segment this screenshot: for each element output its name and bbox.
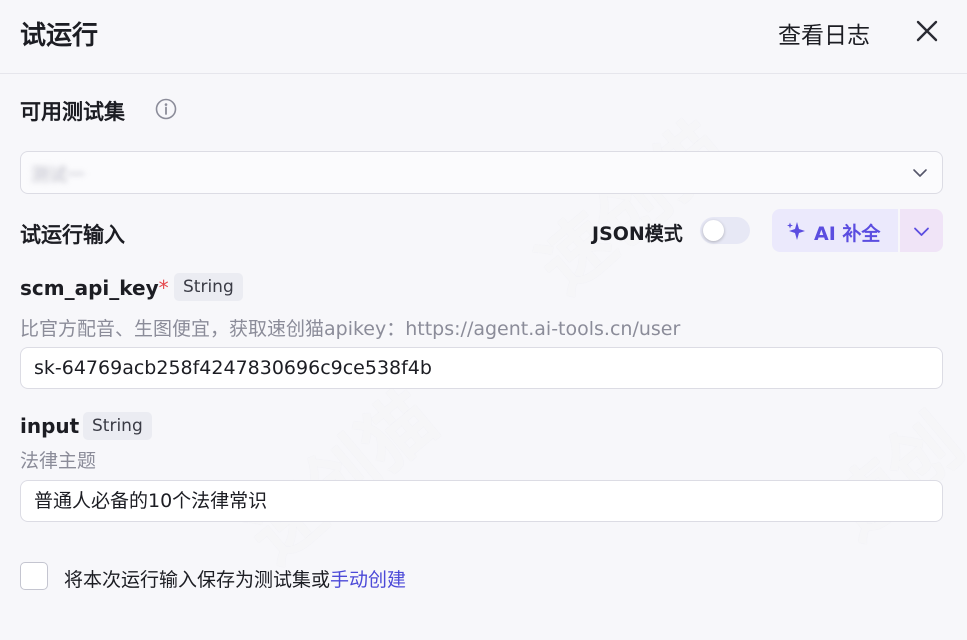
watermark: 速创: [814, 399, 967, 556]
watermark: 速创猫: [232, 375, 452, 580]
json-mode-label: JSON模式: [592, 223, 683, 245]
field-name-text: scm_api_key: [20, 276, 159, 300]
field-name-text: input: [20, 414, 80, 438]
close-button[interactable]: [912, 16, 942, 46]
input-field[interactable]: 普通人必备的10个法律常识: [20, 480, 943, 522]
info-icon[interactable]: [155, 98, 177, 120]
json-mode-toggle[interactable]: [700, 217, 750, 244]
required-mark: *: [158, 276, 169, 300]
watermark: 速创猫: [522, 105, 742, 310]
header: 试运行 查看日志: [0, 0, 967, 74]
chevron-down-icon: [913, 169, 927, 177]
toggle-knob: [703, 220, 724, 241]
chevron-down-icon: [914, 227, 929, 236]
ai-complete-dropdown-button[interactable]: [900, 209, 943, 252]
sparkle-icon: [787, 222, 805, 240]
scm-api-key-input[interactable]: sk-64769acb258f4247830696c9ce538f4b: [20, 347, 943, 389]
save-as-test-set-checkbox[interactable]: [20, 562, 48, 590]
field-name: input: [20, 414, 79, 438]
type-badge: String: [174, 273, 243, 301]
field-description: 法律主题: [20, 450, 97, 472]
close-icon: [916, 20, 938, 42]
field-description: 比官方配音、生图便宜，获取速创猫apikey：https://agent.ai-…: [20, 318, 681, 340]
ai-complete-label: AI 补全: [814, 223, 881, 245]
type-badge: String: [83, 412, 152, 440]
test-set-select[interactable]: 测试一: [20, 151, 943, 194]
save-option-label: 将本次运行输入保存为测试集或: [64, 569, 331, 591]
test-set-label: 可用测试集: [20, 100, 125, 124]
manual-create-link[interactable]: 手动创建: [330, 569, 406, 591]
save-option-text: 将本次运行输入保存为测试集或手动创建: [64, 565, 406, 592]
view-log-button[interactable]: 查看日志: [778, 16, 870, 50]
page-title: 试运行: [20, 21, 99, 51]
ai-complete-button[interactable]: AI 补全: [772, 209, 898, 252]
test-set-selected-value: 测试一: [31, 165, 85, 186]
run-input-label: 试运行输入: [20, 223, 125, 247]
field-name: scm_api_key*: [20, 276, 169, 300]
